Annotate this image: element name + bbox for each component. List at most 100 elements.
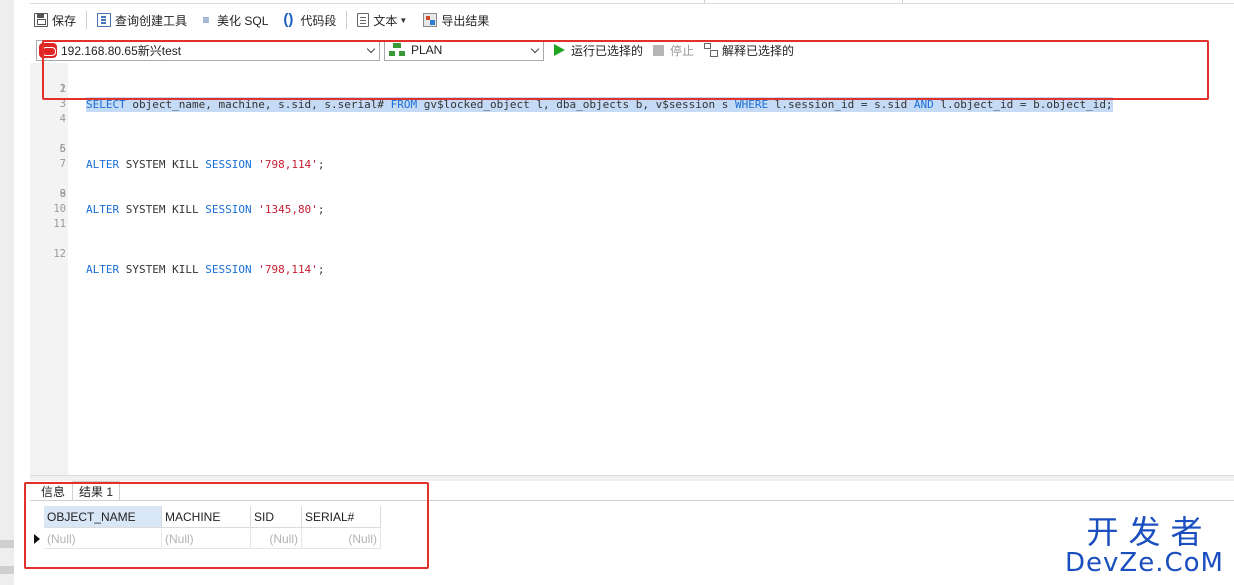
stop-label: 停止 — [670, 43, 695, 58]
strip-mark — [0, 540, 14, 548]
keyword: SESSION — [205, 203, 252, 216]
run-selected-button[interactable]: 运行已选择的 — [554, 42, 643, 59]
line-number: 12 — [53, 248, 66, 260]
export-icon — [423, 13, 438, 27]
result-tabs: 信息 结果 1 — [34, 481, 121, 501]
code-segment: ; — [317, 263, 325, 276]
panel-splitter[interactable] — [30, 475, 1234, 481]
beautify-sql-label: 美化 SQL — [217, 13, 269, 28]
tab-divider — [704, 0, 705, 3]
keyword: FROM — [390, 98, 418, 111]
line-number: 2 — [59, 83, 66, 95]
watermark-en: DevZe.CoM — [1065, 548, 1224, 578]
string-literal: '798,114' — [258, 158, 318, 171]
export-results-label: 导出结果 — [441, 13, 490, 28]
code-segment: object_name, machine, s.sid, s.serial# — [125, 98, 391, 111]
beautify-sql-button[interactable]: ≡ 美化 SQL — [195, 9, 272, 31]
editor-line-1: 1 SELECT object_name, machine, s.sid, s.… — [30, 67, 1234, 112]
keyword: ALTER — [86, 263, 120, 276]
text-button[interactable]: 文本 ▼ — [353, 9, 415, 31]
main-toolbar: 保存 查询创建工具 ≡ 美化 SQL () 代码段 文本 ▼ 导出结果 — [30, 8, 497, 32]
column-header[interactable]: OBJECT_NAME — [44, 506, 162, 528]
code-segment: SYSTEM KILL — [119, 158, 206, 171]
watermark-cn: 开发者 — [1086, 513, 1213, 551]
toolbar-separator — [86, 11, 88, 29]
schema-select[interactable]: PLAN — [384, 39, 544, 61]
query-builder-label: 查询创建工具 — [115, 13, 188, 28]
explain-selected-label: 解释已选择的 — [722, 43, 795, 58]
keyword: ALTER — [86, 158, 120, 171]
keyword: SELECT — [86, 98, 126, 111]
left-window-strip — [0, 0, 14, 585]
string-literal: '1345,80' — [258, 203, 318, 216]
text-label: 文本 — [373, 13, 398, 28]
string-literal: '798,114' — [258, 263, 318, 276]
code-segment: ; — [317, 158, 325, 171]
top-tab-edge — [30, 0, 1234, 4]
keyword: AND — [913, 98, 934, 111]
connection-select[interactable]: 192.168.80.65新兴test — [36, 39, 380, 61]
line-number: 9 — [59, 188, 66, 200]
code-snippet-button[interactable]: () 代码段 — [276, 9, 340, 31]
export-results-button[interactable]: 导出结果 — [419, 9, 493, 31]
column-header[interactable]: MACHINE — [162, 506, 251, 528]
chevron-down-icon — [530, 44, 540, 53]
code-segment: SYSTEM KILL — [119, 203, 206, 216]
line-number: 11 — [53, 218, 66, 230]
code-segment: SYSTEM KILL — [119, 263, 206, 276]
sql-editor[interactable]: 1 SELECT object_name, machine, s.sid, s.… — [30, 63, 1234, 475]
keyword: SESSION — [205, 263, 252, 276]
code-segment: l.object_id = b.object_id; — [933, 98, 1113, 111]
keyword: WHERE — [735, 98, 769, 111]
save-button[interactable]: 保存 — [30, 9, 80, 31]
schema-value: PLAN — [411, 43, 443, 57]
grid-cell[interactable]: (Null) — [302, 529, 381, 549]
current-row-indicator-icon — [34, 534, 40, 544]
beautify-icon: ≡ — [202, 13, 210, 27]
code-segment: l.session_id = s.sid — [768, 98, 914, 111]
line-number: 10 — [53, 203, 66, 215]
watermark: 开发者 DevZe.CoM — [1065, 515, 1224, 577]
code-text: ALTER SYSTEM KILL SESSION '1345,80'; — [86, 202, 324, 217]
grid-cell[interactable]: (Null) — [251, 529, 302, 549]
save-icon — [34, 13, 48, 27]
connection-value: 192.168.80.65新兴test — [61, 43, 182, 58]
line-number: 4 — [59, 113, 66, 125]
grid-header: OBJECT_NAME MACHINE SID SERIAL# — [44, 506, 381, 528]
play-icon — [554, 44, 565, 56]
chevron-down-icon — [366, 44, 376, 53]
document-icon — [357, 13, 370, 27]
stop-button[interactable]: 停止 — [653, 42, 694, 59]
editor-line-12: 12 ALTER SYSTEM KILL SESSION '798,114'; — [30, 232, 1234, 276]
stop-icon — [653, 44, 665, 56]
column-header[interactable]: SERIAL# — [302, 506, 381, 528]
code-text: ALTER SYSTEM KILL SESSION '798,114'; — [86, 262, 324, 277]
oracle-connection-icon — [39, 42, 57, 58]
explain-icon — [704, 43, 719, 57]
line-number: 6 — [59, 143, 66, 155]
tab-result-1[interactable]: 结果 1 — [72, 481, 121, 501]
run-selected-label: 运行已选择的 — [571, 43, 644, 58]
tab-info[interactable]: 信息 — [34, 481, 72, 501]
sql-toolbar: 192.168.80.65新兴test PLAN 运行已选择的 停止 解释已选择… — [36, 39, 794, 61]
line-number: 7 — [59, 158, 66, 170]
editor-line-8: 8 ALTER SYSTEM KILL SESSION '1345,80'; — [30, 172, 1234, 216]
query-builder-button[interactable]: 查询创建工具 — [93, 9, 191, 31]
parentheses-icon: () — [283, 11, 294, 28]
tabs-baseline — [30, 500, 1234, 501]
code-text: SELECT object_name, machine, s.sid, s.se… — [86, 97, 1113, 112]
schema-icon — [389, 43, 405, 57]
tab-divider — [902, 0, 903, 3]
line-number: 3 — [59, 98, 66, 110]
grid-cell[interactable]: (Null) — [162, 529, 251, 549]
table-row[interactable]: (Null) (Null) (Null) (Null) — [44, 529, 381, 549]
query-builder-icon — [97, 13, 112, 27]
keyword: ALTER — [86, 203, 120, 216]
dropdown-caret-icon[interactable]: ▼ — [399, 16, 407, 25]
code-text: ALTER SYSTEM KILL SESSION '798,114'; — [86, 157, 324, 172]
grid-cell[interactable]: (Null) — [44, 529, 162, 549]
toolbar-separator — [346, 11, 348, 29]
explain-selected-button[interactable]: 解释已选择的 — [704, 42, 794, 59]
code-segment: gv$locked_object l, dba_objects b, v$ses… — [417, 98, 736, 111]
column-header[interactable]: SID — [251, 506, 302, 528]
